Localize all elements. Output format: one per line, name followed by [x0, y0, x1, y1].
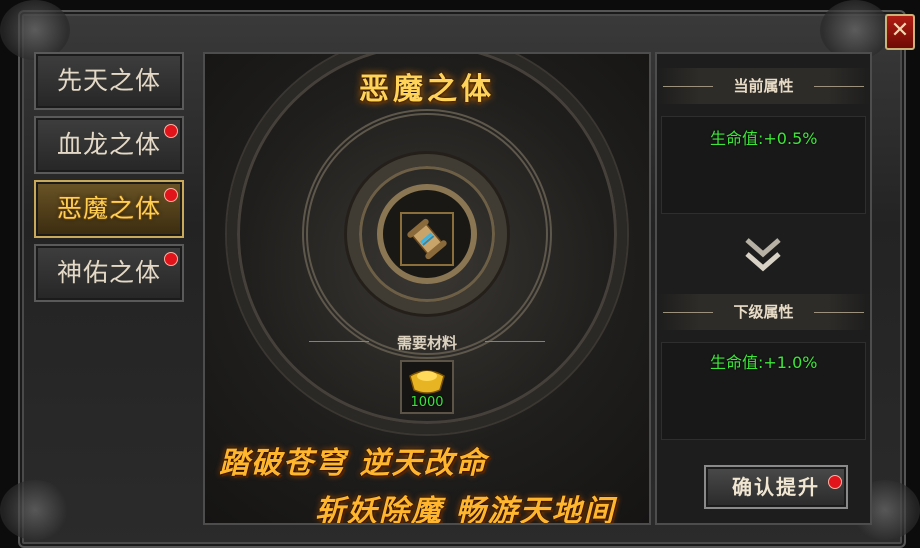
page-title: 恶魔之体: [359, 72, 495, 107]
dragon-ornament-icon: [820, 0, 890, 60]
alert-dot-icon: [164, 188, 178, 202]
tab-shenyou[interactable]: 神佑之体: [34, 244, 184, 302]
tab-label: 恶魔之体: [56, 194, 161, 223]
materials-label-row: 需要材料: [205, 332, 649, 353]
alert-dot-icon: [164, 252, 178, 266]
tab-label: 先天之体: [56, 66, 161, 95]
tab-label: 神佑之体: [56, 258, 161, 287]
dragon-ornament-icon: [0, 480, 70, 540]
scroll-icon: [407, 218, 447, 260]
current-attr-title: 当前属性: [713, 77, 813, 95]
close-button[interactable]: ✕: [885, 14, 915, 50]
tab-xiantian[interactable]: 先天之体: [34, 52, 184, 110]
current-attr-header: 当前属性: [657, 68, 870, 104]
slogan-line-2: 斩妖除魔 畅游天地间: [315, 494, 616, 525]
tab-emo[interactable]: 恶魔之体: [34, 180, 184, 238]
gold-ingot-icon: [409, 370, 445, 394]
materials-label: 需要材料: [308, 332, 546, 353]
upgrade-item-slot[interactable]: [400, 212, 454, 266]
next-attr-title: 下级属性: [713, 303, 813, 321]
tab-label: 血龙之体: [56, 130, 161, 159]
next-attr-header: 下级属性: [657, 294, 870, 330]
material-slot[interactable]: 1000: [400, 360, 454, 414]
double-chevron-down-icon: [745, 238, 781, 272]
confirm-upgrade-button[interactable]: 确认提升: [704, 465, 848, 509]
alert-dot-icon: [828, 475, 842, 489]
center-panel: 恶魔之体 需要材料 1000 踏破苍穹 逆天改命 斩妖除魔 畅游天地间: [203, 52, 651, 525]
current-attr-box: 生命值:+0.5%: [661, 116, 866, 214]
body-type-tabs: 先天之体 血龙之体 恶魔之体 神佑之体: [34, 52, 188, 308]
confirm-label: 确认提升: [732, 475, 820, 499]
slogan-line-1: 踏破苍穹 逆天改命: [219, 446, 488, 481]
next-attr-value: 生命值:+1.0%: [710, 353, 818, 372]
close-x-icon: ✕: [890, 18, 910, 43]
material-count: 1000: [410, 395, 444, 410]
attribute-panel: 当前属性 生命值:+0.5% 下级属性 生命值:+1.0%: [655, 52, 872, 525]
tab-xuelong[interactable]: 血龙之体: [34, 116, 184, 174]
next-attr-box: 生命值:+1.0%: [661, 342, 866, 440]
current-attr-value: 生命值:+0.5%: [710, 129, 818, 148]
dragon-ornament-icon: [0, 0, 70, 60]
alert-dot-icon: [164, 124, 178, 138]
